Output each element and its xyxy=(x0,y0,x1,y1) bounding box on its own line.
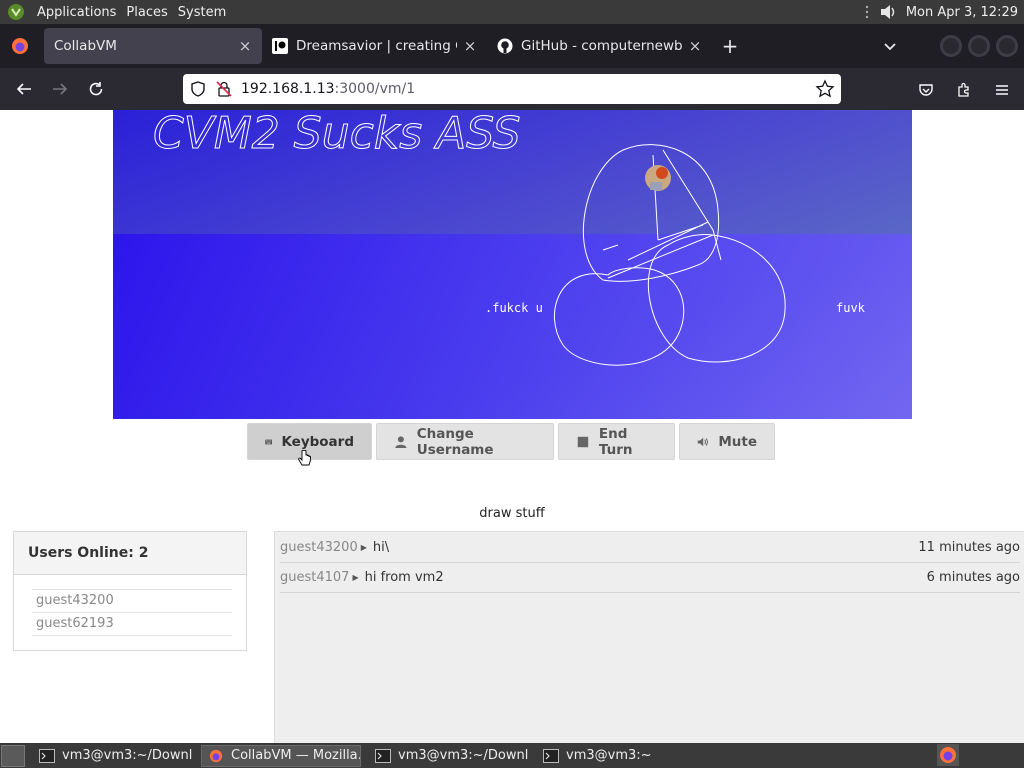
bottom-taskbar: vm3@vm3:~/Downl… CollabVM — Mozilla… vm3… xyxy=(0,743,1024,768)
browser-tab-strip: CollabVM × Dreamsavior | creating Gam × … xyxy=(0,24,1024,68)
mute-button[interactable]: Mute xyxy=(679,423,775,460)
end-turn-label: End Turn xyxy=(598,425,633,458)
forward-arrow-icon xyxy=(53,83,68,95)
pocket-button[interactable] xyxy=(910,74,942,106)
users-online-panel: Users Online: 2 guest43200 guest62193 xyxy=(13,531,247,651)
firefox-icon xyxy=(209,749,223,762)
taskbar-item-label: vm3@vm3:~/Downl… xyxy=(62,748,193,763)
reload-icon xyxy=(89,82,103,96)
user-list: guest43200 guest62193 xyxy=(32,589,232,636)
clock[interactable]: Mon Apr 3, 12:29 xyxy=(906,5,1018,20)
firefox-tray-icon[interactable] xyxy=(937,744,959,766)
close-window-button[interactable] xyxy=(996,35,1018,57)
vm-control-buttons: Keyboard Change Username End Turn Mute xyxy=(247,423,775,460)
terminal-icon xyxy=(39,748,55,763)
taskbar-item-firefox[interactable]: CollabVM — Mozilla… xyxy=(201,744,361,767)
taskbar-item-terminal-2[interactable]: vm3@vm3:~/Downl… xyxy=(369,745,529,767)
vm-display[interactable]: CVM2 Sucks ASS .fukck u fuvk xyxy=(113,110,912,419)
terminal-icon xyxy=(375,748,391,763)
panel-separator-icon xyxy=(865,5,869,19)
pocket-icon xyxy=(919,84,933,96)
menu-places[interactable]: Places xyxy=(126,5,167,20)
hamburger-menu-icon xyxy=(996,85,1008,95)
show-desktop-button[interactable] xyxy=(1,744,25,767)
chat-username: guest4107 xyxy=(280,570,350,585)
chat-message: guest43200 ▶ hi\ 11 minutes ago xyxy=(280,533,1020,563)
close-icon[interactable]: × xyxy=(238,39,252,54)
app-menu-button[interactable] xyxy=(986,74,1018,106)
users-online-heading: Users Online: 2 xyxy=(14,532,246,575)
window-controls xyxy=(940,35,1018,57)
user-icon xyxy=(395,435,407,448)
chat-message: guest4107 ▶ hi from vm2 6 minutes ago xyxy=(280,563,1020,593)
stop-square-icon xyxy=(577,436,589,447)
drawn-text-right: fuvk xyxy=(836,301,866,315)
maximize-button[interactable] xyxy=(968,35,990,57)
chat-timestamp: 11 minutes ago xyxy=(918,540,1020,555)
mate-logo-icon[interactable] xyxy=(5,1,27,23)
new-tab-icon[interactable]: + xyxy=(716,32,744,60)
minimize-button[interactable] xyxy=(940,35,962,57)
taskbar-item-label: vm3@vm3:~/Downl… xyxy=(398,748,529,763)
vm-drawing: CVM2 Sucks ASS .fukck u fuvk xyxy=(153,110,866,366)
end-turn-button[interactable]: End Turn xyxy=(558,423,675,460)
tab-title: GitHub - computernewb/coll xyxy=(521,38,682,54)
volume-icon xyxy=(697,437,708,446)
taskbar-item-terminal-1[interactable]: vm3@vm3:~/Downl… xyxy=(33,745,193,767)
taskbar-item-label: vm3@vm3:~ xyxy=(566,748,652,763)
url-bar[interactable]: 192.168.1.13:3000/vm/1 xyxy=(183,74,841,104)
keyboard-icon xyxy=(265,439,273,444)
tab-title: Dreamsavior | creating Gam xyxy=(296,38,457,54)
github-icon xyxy=(497,38,513,54)
change-username-label: Change Username xyxy=(416,425,494,458)
chat-text: hi\ xyxy=(372,540,390,555)
system-top-panel: Applications Places System Mon Apr 3, 12… xyxy=(0,0,1024,24)
browser-navigation-bar: 192.168.1.13:3000/vm/1 xyxy=(0,68,1024,110)
extensions-button[interactable] xyxy=(948,74,980,106)
insecure-lock-icon[interactable] xyxy=(215,80,233,98)
mute-label: Mute xyxy=(718,433,757,450)
reload-button[interactable] xyxy=(80,73,112,105)
chat-arrow-icon: ▶ xyxy=(352,573,359,582)
drawn-text-left: .fukck u xyxy=(485,301,543,315)
url-host: 192.168.1.13 xyxy=(241,81,335,97)
chat-arrow-icon: ▶ xyxy=(360,543,367,552)
close-icon[interactable]: × xyxy=(688,39,702,54)
keyboard-button-label: Keyboard xyxy=(281,433,354,450)
chat-username: guest43200 xyxy=(280,540,358,555)
forward-button[interactable] xyxy=(44,73,76,105)
terminal-icon xyxy=(543,748,559,763)
chat-text: hi from vm2 xyxy=(364,570,444,585)
menu-applications[interactable]: Applications xyxy=(37,5,116,20)
drawn-text-main: CVM2 Sucks ASS xyxy=(153,110,521,159)
firefox-view-icon[interactable] xyxy=(10,36,30,56)
menu-system[interactable]: System xyxy=(178,5,226,20)
puzzle-icon xyxy=(958,82,969,97)
back-arrow-icon xyxy=(16,83,31,95)
vm-title: draw stuff xyxy=(479,506,545,521)
user-list-item[interactable]: guest43200 xyxy=(32,590,232,613)
taskbar-item-label: CollabVM — Mozilla… xyxy=(231,748,361,763)
change-username-button[interactable]: Change Username xyxy=(376,423,554,460)
close-icon[interactable]: × xyxy=(463,39,477,54)
drawn-sprite xyxy=(645,165,671,191)
tracking-protection-shield-icon[interactable] xyxy=(189,80,207,98)
user-list-item[interactable]: guest62193 xyxy=(32,613,232,636)
chat-panel: guest43200 ▶ hi\ 11 minutes ago guest410… xyxy=(274,531,1024,743)
tab-dreamsavior[interactable]: Dreamsavior | creating Gam × xyxy=(262,28,487,64)
url-path: :3000/vm/1 xyxy=(334,81,416,97)
taskbar-item-terminal-3[interactable]: vm3@vm3:~ xyxy=(537,745,697,767)
volume-icon[interactable] xyxy=(878,2,898,22)
tab-title: CollabVM xyxy=(54,38,117,54)
back-button[interactable] xyxy=(8,73,40,105)
chevron-down-icon[interactable] xyxy=(880,36,900,56)
tab-github[interactable]: GitHub - computernewb/coll × xyxy=(487,28,712,64)
patreon-icon xyxy=(272,38,288,54)
mouse-pointer-hand-icon xyxy=(298,450,311,466)
bookmark-star-icon[interactable] xyxy=(815,79,835,99)
tab-collabvm[interactable]: CollabVM × xyxy=(44,28,262,64)
chat-timestamp: 6 minutes ago xyxy=(926,570,1020,585)
